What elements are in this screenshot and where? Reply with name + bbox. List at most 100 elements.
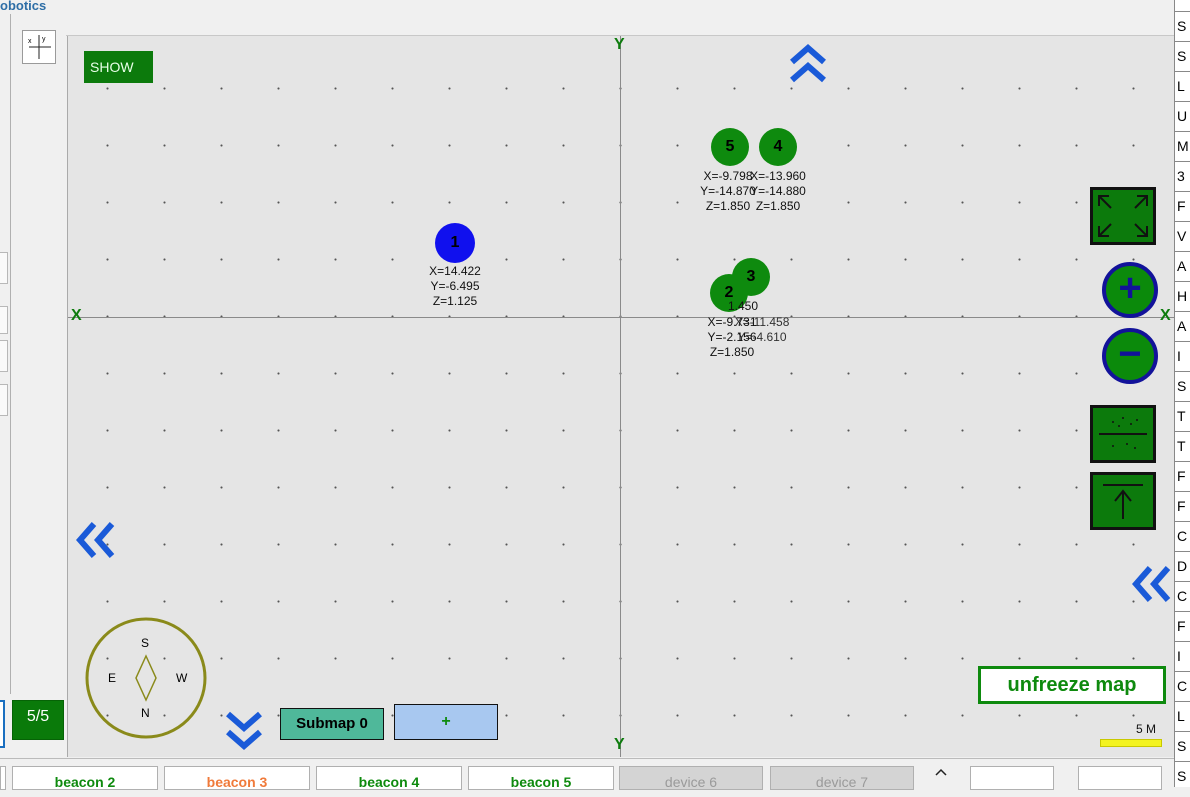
compass-n: N: [141, 706, 150, 720]
list-item: [1175, 0, 1190, 12]
grid-toggle-button[interactable]: [1090, 405, 1156, 463]
list-item[interactable]: D: [1175, 552, 1190, 582]
tab-label: beacon 5: [510, 774, 572, 790]
plus-icon: +: [1118, 266, 1142, 310]
left-side-tab[interactable]: [0, 384, 8, 416]
left-side-tab[interactable]: [0, 340, 8, 372]
list-item[interactable]: A: [1175, 252, 1190, 282]
list-item[interactable]: F: [1175, 192, 1190, 222]
tab-beacon-4[interactable]: beacon 4: [316, 766, 462, 790]
left-side-tab[interactable]: [0, 306, 8, 334]
beacon-3-x: X=-11.458: [734, 315, 790, 329]
count-edge-tab[interactable]: [0, 700, 5, 748]
compass-icon: [85, 617, 207, 739]
x-axis-line: [68, 317, 1174, 318]
y-axis-label-top: Y: [614, 36, 625, 53]
list-item[interactable]: I: [1175, 342, 1190, 372]
fullscreen-button[interactable]: [1090, 187, 1156, 245]
list-item[interactable]: S: [1175, 372, 1190, 402]
left-panel-divider: [10, 14, 11, 694]
grid-points-icon: [1099, 417, 1147, 449]
beacon-disc: 5: [711, 128, 749, 166]
list-item[interactable]: S: [1175, 732, 1190, 762]
list-item[interactable]: U: [1175, 102, 1190, 132]
left-side-tab[interactable]: [0, 252, 8, 284]
device-tabs: beacon 2 beacon 3 beacon 4 beacon 5 devi…: [0, 758, 1174, 790]
scroll-up-icon[interactable]: [788, 40, 828, 86]
svg-text:x: x: [28, 38, 32, 45]
submap-button[interactable]: Submap 0: [280, 708, 384, 740]
x-axis-label-right: X: [1160, 307, 1171, 324]
tab-beacon-5[interactable]: beacon 5: [468, 766, 614, 790]
scale-bar: [1100, 739, 1162, 747]
list-item[interactable]: M: [1175, 132, 1190, 162]
axis-view-button[interactable]: x y: [22, 30, 56, 64]
list-item[interactable]: S: [1175, 762, 1190, 787]
add-submap-button[interactable]: +: [394, 704, 498, 740]
list-item[interactable]: I: [1175, 642, 1190, 672]
beacon-1-x: X=14.422: [429, 264, 481, 278]
x-axis-label-left: X: [71, 307, 82, 324]
compass-w: W: [176, 671, 188, 685]
beacon-disc: 4: [759, 128, 797, 166]
chevron-up-icon[interactable]: [934, 767, 948, 777]
list-item[interactable]: F: [1175, 612, 1190, 642]
scale-label: 5 M: [1136, 722, 1157, 736]
beacon-2-z: Z=1.850: [709, 345, 755, 359]
zoom-out-button[interactable]: −: [1102, 328, 1158, 384]
beacon-4-y: Y=-14.880: [750, 184, 806, 198]
list-item[interactable]: C: [1175, 582, 1190, 612]
list-item[interactable]: A: [1175, 312, 1190, 342]
arrow-up-bar-icon: [1103, 484, 1143, 519]
list-item[interactable]: V: [1175, 222, 1190, 252]
align-top-button[interactable]: [1090, 472, 1156, 530]
tab-label: beacon 2: [54, 774, 116, 790]
list-item[interactable]: S: [1175, 42, 1190, 72]
beacon-3-coords: X=-11.458 Y=-4.610: [732, 315, 792, 345]
scroll-down-icon[interactable]: [224, 708, 264, 754]
list-item[interactable]: L: [1175, 72, 1190, 102]
beacon-3-y: Y=-4.610: [737, 330, 787, 344]
tab-label: beacon 3: [206, 774, 268, 790]
tab-edge[interactable]: [0, 766, 6, 790]
list-item[interactable]: C: [1175, 522, 1190, 552]
tab-label: device 7: [815, 774, 869, 790]
compass-s: S: [141, 636, 150, 650]
list-item[interactable]: S: [1175, 12, 1190, 42]
zoom-in-button[interactable]: +: [1102, 262, 1158, 318]
tab-device-6[interactable]: device 6: [619, 766, 763, 790]
list-item[interactable]: T: [1175, 402, 1190, 432]
compass: S N E W: [84, 616, 208, 740]
bottom-button-1[interactable]: [970, 766, 1054, 790]
list-item[interactable]: C: [1175, 672, 1190, 702]
list-item[interactable]: F: [1175, 462, 1190, 492]
list-item[interactable]: T: [1175, 432, 1190, 462]
tab-beacon-2[interactable]: beacon 2: [12, 766, 158, 790]
compass-e: E: [108, 671, 117, 685]
tab-device-7[interactable]: device 7: [770, 766, 914, 790]
scroll-right-icon[interactable]: [1128, 564, 1174, 604]
unfreeze-map-button[interactable]: unfreeze map: [978, 666, 1166, 704]
tab-beacon-3[interactable]: beacon 3: [164, 766, 310, 790]
beacon-disc: 1: [435, 223, 475, 263]
map-canvas[interactable]: X X Y Y SHOW 1 X=14.422 Y=-6.495 Z=1.125…: [67, 36, 1174, 757]
beacon-1-z: Z=1.125: [432, 294, 478, 308]
bottom-button-2[interactable]: [1078, 766, 1162, 790]
beacon-4-coords: X=-13.960 Y=-14.880 Z=1.850: [742, 169, 814, 214]
top-toolbar: [66, 0, 1174, 36]
list-item[interactable]: L: [1175, 702, 1190, 732]
beacon-4-z: Z=1.850: [755, 199, 801, 213]
right-list-items: SSLUM3FVAHAISTTFFCDCFICLSS: [1175, 12, 1190, 787]
beacon-1-y: Y=-6.495: [430, 279, 480, 293]
tab-label: device 6: [664, 774, 718, 790]
axis-cross-icon: x y: [28, 35, 51, 59]
list-item[interactable]: H: [1175, 282, 1190, 312]
beacon-1-coords: X=14.422 Y=-6.495 Z=1.125: [424, 264, 486, 309]
show-button[interactable]: SHOW: [84, 51, 153, 83]
minus-icon: −: [1118, 332, 1142, 376]
brand-label: obotics: [0, 0, 47, 13]
scroll-left-icon[interactable]: [72, 520, 118, 560]
list-item[interactable]: 3: [1175, 162, 1190, 192]
right-device-list: SSLUM3FVAHAISTTFFCDCFICLSS: [1174, 0, 1190, 787]
list-item[interactable]: F: [1175, 492, 1190, 522]
